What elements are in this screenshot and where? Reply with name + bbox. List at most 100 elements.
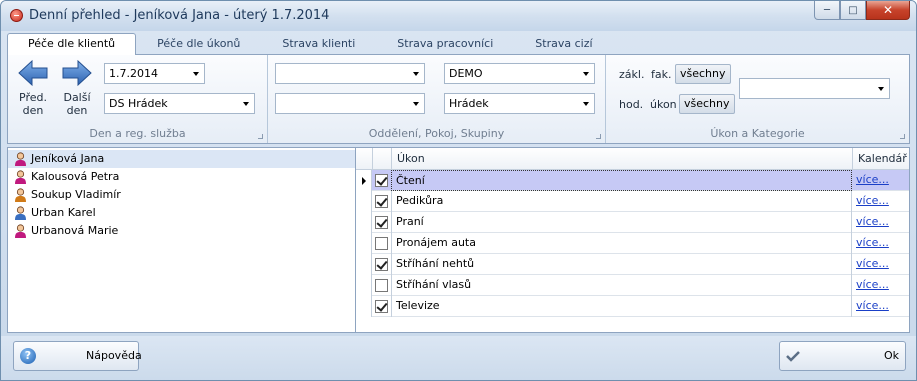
tab-strava-cizi[interactable]: Strava cizí [514, 33, 613, 54]
tab-pece-dle-klientu[interactable]: Péče dle klientů [7, 33, 137, 55]
ribbon-panel: Před. den Další den 1.7.2014 DS Hrádek D… [7, 54, 910, 144]
client-item[interactable]: Urbanová Marie [8, 222, 355, 240]
ukon-cell: Televize [391, 296, 852, 317]
table-row[interactable]: Stříhání nehtů více... [356, 254, 909, 275]
help-button[interactable]: ? Nápověda [13, 341, 142, 371]
department-select[interactable] [275, 63, 425, 84]
client-item[interactable]: Jeníková Jana [8, 150, 355, 168]
row-pointer-icon [362, 177, 366, 185]
header-kalendar[interactable]: Kalendář [853, 148, 910, 170]
maximize-button[interactable]: □ [840, 1, 866, 20]
group-select[interactable]: DEMO [444, 63, 595, 84]
header-check[interactable] [373, 148, 392, 170]
dialog-launcher-icon[interactable] [596, 134, 601, 139]
male-user-icon [15, 188, 26, 202]
room-select[interactable] [275, 93, 425, 114]
tab-strip: Péče dle klientů Péče dle úkonů Strava k… [7, 33, 614, 55]
window-controls: ─ □ ✕ [814, 1, 910, 21]
arrow-left-icon [17, 59, 49, 87]
client-name: Kalousová Petra [31, 170, 120, 183]
app-icon [10, 9, 23, 22]
chevron-down-icon [413, 72, 419, 76]
ok-label: Ok [883, 349, 899, 362]
date-value: 1.7.2014 [109, 67, 158, 80]
male-user-icon [15, 206, 26, 220]
client-item[interactable]: Soukup Vladimír [8, 186, 355, 204]
previous-day-label-2: den [22, 104, 44, 117]
group-caption: Úkon a Kategorie [710, 127, 805, 140]
label-zakl: zákl. [619, 68, 645, 81]
ok-button[interactable]: Ok [779, 341, 906, 371]
female-user-icon [15, 224, 26, 238]
filter-all-toggle-1[interactable]: všechny [675, 64, 731, 84]
minimize-button[interactable]: ─ [814, 1, 840, 20]
tab-strava-klienti[interactable]: Strava klienti [261, 33, 376, 54]
header-ukon[interactable]: Úkon [392, 148, 853, 170]
arrow-right-icon [61, 59, 93, 87]
calendar-link[interactable]: více... [853, 212, 889, 233]
female-user-icon [15, 170, 26, 184]
row-checkbox[interactable] [375, 174, 388, 187]
row-indicator [356, 212, 372, 233]
row-checkbox[interactable] [375, 237, 388, 250]
service-select[interactable]: DS Hrádek [104, 93, 255, 114]
group-oddeleni: DEMO Hrádek Oddělení, Pokoj, Skupiny [268, 55, 606, 143]
calendar-link[interactable]: více... [853, 254, 889, 275]
client-item[interactable]: Kalousová Petra [8, 168, 355, 186]
footer-bar: ? Nápověda Ok [1, 336, 916, 380]
grid-header: Úkon Kalendář [356, 148, 909, 170]
calendar-link[interactable]: více... [853, 233, 889, 254]
next-day-label-2: den [66, 104, 88, 117]
row-checkbox[interactable] [375, 195, 388, 208]
client-name: Urban Karel [31, 206, 96, 219]
group-caption: Den a reg. služba [89, 127, 186, 140]
row-indicator [356, 191, 372, 212]
table-row[interactable]: Čtení více... [356, 170, 909, 191]
filter-all-toggle-2[interactable]: všechny [679, 94, 735, 114]
table-row[interactable]: Televize více... [356, 296, 909, 317]
table-row[interactable]: Stříhání vlasů více... [356, 275, 909, 296]
table-row[interactable]: Pronájem auta více... [356, 233, 909, 254]
row-indicator [356, 233, 372, 254]
row-indicator [356, 254, 372, 275]
row-checkbox[interactable] [375, 300, 388, 313]
close-button[interactable]: ✕ [866, 1, 910, 20]
category-select[interactable] [739, 78, 890, 99]
chevron-down-icon [583, 72, 589, 76]
row-checkbox[interactable] [375, 258, 388, 271]
client-name: Urbanová Marie [31, 224, 119, 237]
female-user-icon [15, 152, 26, 166]
next-day-button[interactable]: Další den [58, 59, 96, 117]
tab-pece-dle-ukonu[interactable]: Péče dle úkonů [136, 33, 261, 54]
calendar-link[interactable]: více... [853, 191, 889, 212]
row-checkbox[interactable] [375, 279, 388, 292]
chevron-down-icon [413, 102, 419, 106]
service-value: DS Hrádek [109, 97, 168, 110]
chevron-down-icon [193, 72, 199, 76]
previous-day-button[interactable]: Před. den [14, 59, 52, 117]
calendar-link[interactable]: více... [853, 170, 889, 191]
window-title: Denní přehled - Jeníková Jana - úterý 1.… [29, 8, 330, 23]
group-caption: Oddělení, Pokoj, Skupiny [368, 127, 505, 140]
calendar-link[interactable]: více... [853, 296, 889, 317]
chevron-down-icon [878, 87, 884, 91]
table-row[interactable]: Praní více... [356, 212, 909, 233]
table-row[interactable]: Pedikůra více... [356, 191, 909, 212]
date-select[interactable]: 1.7.2014 [104, 63, 205, 84]
help-icon: ? [20, 348, 36, 364]
dialog-launcher-icon[interactable] [258, 134, 263, 139]
client-item[interactable]: Urban Karel [8, 204, 355, 222]
row-checkbox[interactable] [375, 216, 388, 229]
calendar-link[interactable]: více... [853, 275, 889, 296]
row-indicator [356, 275, 372, 296]
location-select[interactable]: Hrádek [444, 93, 595, 114]
ukon-cell: Stříhání nehtů [391, 254, 852, 275]
next-day-label-1: Další [63, 91, 91, 104]
tab-strava-pracovnici[interactable]: Strava pracovníci [376, 33, 514, 54]
dialog-launcher-icon[interactable] [900, 134, 905, 139]
title-bar[interactable]: Denní přehled - Jeníková Jana - úterý 1.… [1, 1, 916, 31]
dialog-window: Denní přehled - Jeníková Jana - úterý 1.… [0, 0, 917, 381]
checkmark-icon [786, 351, 800, 362]
location-value: Hrádek [449, 97, 489, 110]
row-indicator [356, 170, 372, 191]
